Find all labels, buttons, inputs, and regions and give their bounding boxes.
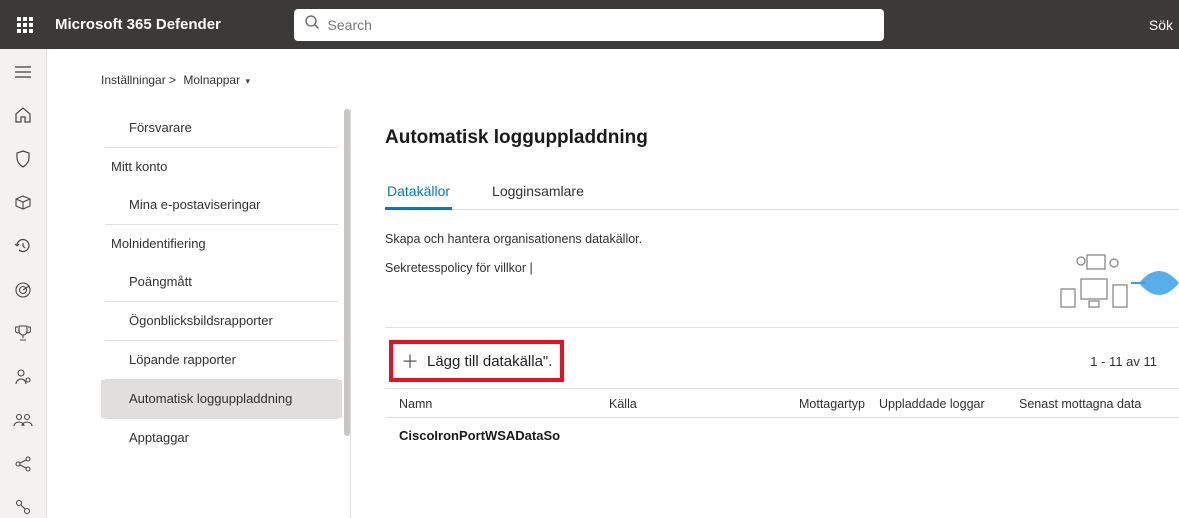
result-count: 1 - 11 av 11 <box>1090 354 1157 369</box>
nav-score-metrics[interactable]: Poängmått <box>101 263 342 301</box>
tab-log-collectors[interactable]: Logginsamlare <box>490 177 586 209</box>
breadcrumb-root[interactable]: Inställningar > <box>101 73 176 87</box>
tutorial-highlight: ＋ Lägg till datakälla". <box>389 340 564 382</box>
data-sources-table: ＋ Lägg till datakälla". 1 - 11 av 11 Nam… <box>385 327 1179 443</box>
top-right-label: Sök <box>1149 17 1173 33</box>
left-nav-rail <box>0 49 47 518</box>
plus-icon: ＋ <box>401 348 419 374</box>
illustration-icon <box>1059 249 1179 319</box>
search-input[interactable] <box>328 17 874 33</box>
trophy-icon[interactable] <box>9 322 37 344</box>
col-last-received[interactable]: Senast mottagna data <box>1019 397 1179 411</box>
search-box[interactable] <box>294 9 884 41</box>
nav-defender[interactable]: Försvarare <box>101 109 342 147</box>
nav-snapshot-reports[interactable]: Ögonblicksbildsrapporter <box>101 302 342 340</box>
box-icon[interactable] <box>9 192 37 214</box>
nav-collapse-button[interactable] <box>9 61 37 83</box>
add-data-source-label: Lägg till datakälla". <box>427 353 552 370</box>
page-heading: Automatisk logguppladdning <box>385 127 1179 149</box>
app-launcher-button[interactable] <box>0 0 49 49</box>
app-title: Microsoft 365 Defender <box>55 16 221 33</box>
search-container <box>294 9 884 41</box>
nav-app-tags[interactable]: Apptaggar <box>101 419 342 457</box>
col-name[interactable]: Namn <box>399 397 609 411</box>
description-line1: Skapa och hantera organisationens datakä… <box>385 228 1179 251</box>
waffle-icon <box>17 17 33 33</box>
breadcrumb-current[interactable]: Molnappar <box>183 73 240 87</box>
nav-my-account[interactable]: Mitt konto <box>101 148 342 186</box>
home-icon[interactable] <box>9 105 37 127</box>
nav-email-notifications[interactable]: Mina e-postaviseringar <box>101 186 342 224</box>
col-receiver-type[interactable]: Mottagartyp <box>799 397 879 411</box>
tab-data-sources[interactable]: Datakällor <box>385 177 452 210</box>
tab-bar: Datakällor Logginsamlare <box>385 177 1179 210</box>
person-key-icon[interactable] <box>9 366 37 388</box>
privacy-terms-link[interactable]: Sekretesspolicy för villkor | <box>385 261 533 275</box>
col-source[interactable]: Källa <box>609 397 799 411</box>
divider <box>385 327 1179 328</box>
table-row[interactable]: CiscoIronPortWSADataSo <box>385 418 1179 443</box>
radar-icon[interactable] <box>9 279 37 301</box>
history-icon[interactable] <box>9 235 37 257</box>
connection-icon[interactable] <box>9 496 37 518</box>
cell-name: CiscoIronPortWSADataSo <box>399 428 609 443</box>
settings-side-panel: ▲ Försvarare Mitt konto Mina e-postavise… <box>101 109 351 518</box>
nav-auto-log-upload[interactable]: Automatisk logguppladdning <box>101 380 342 418</box>
top-bar: Microsoft 365 Defender Sök <box>0 0 1179 49</box>
share-icon[interactable] <box>9 453 37 475</box>
people-icon[interactable] <box>9 409 37 431</box>
search-icon <box>304 14 320 35</box>
nav-cloud-discovery[interactable]: Molnidentifiering <box>101 225 342 263</box>
main-panel: Automatisk logguppladdning Datakällor Lo… <box>351 109 1179 518</box>
content-area: Inställningar > Molnappar ▾ ▲ Försvarare… <box>47 49 1179 518</box>
chevron-down-icon: ▾ <box>245 76 250 86</box>
col-uploaded-logs[interactable]: Uppladdade loggar <box>879 397 1019 411</box>
shield-icon[interactable] <box>9 148 37 170</box>
table-header-row: Namn Källa Mottagartyp Uppladdade loggar… <box>385 388 1179 418</box>
scrollbar-thumb[interactable] <box>344 109 350 436</box>
add-data-source-button[interactable]: ＋ Lägg till datakälla". <box>393 344 560 378</box>
nav-continuous-reports[interactable]: Löpande rapporter <box>101 341 342 379</box>
breadcrumb: Inställningar > Molnappar ▾ <box>101 73 1179 87</box>
